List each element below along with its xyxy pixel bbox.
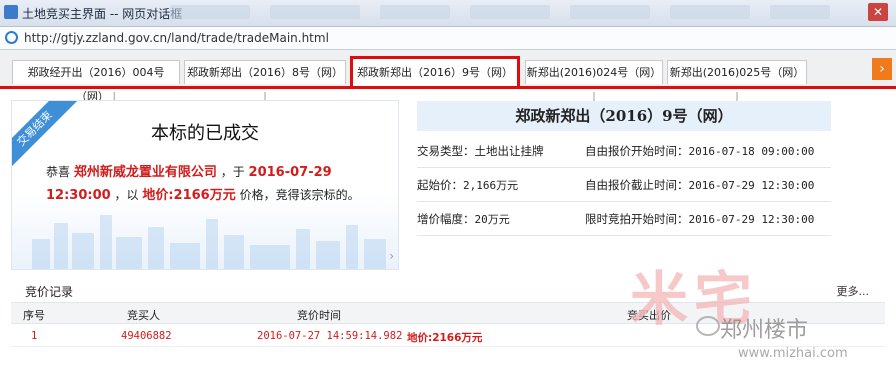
bid-records-title: 竞价记录 [25,285,74,299]
tab-label: 郑政新郑出（2016）9号（网） [357,66,513,79]
tab-label: 新郑出(2016)024号（网） [526,66,662,79]
bid-records-header: 竞价记录 更多... [11,280,885,303]
at-text: ，于 [220,165,245,179]
start-price-value: 2,166万元 [463,179,519,192]
info-row: 增价幅度：20万元 限时竞拍开始时间：2016-07-29 12:30:00 [417,202,831,236]
window-title: 土地竞买主界面 -- 网页对话框 [22,7,183,21]
blurred-tab-ghost [380,5,450,19]
blurred-tab-ghost [470,5,550,19]
deal-title: 本标的已成交 [151,123,259,144]
col-seq: 序号 [23,309,45,322]
blurred-tab-ghost [270,5,360,19]
congrats-text: 恭喜 [46,165,71,179]
window-titlebar: 土地竞买主界面 -- 网页对话框 ✕ [0,0,896,27]
city-skyline-illustration [32,215,386,269]
blurred-tab-ghost [770,5,830,19]
increment-label: 增价幅度： [417,212,475,226]
address-bar: http://gtjy.zzland.gov.cn/land/trade/tra… [0,27,896,50]
tab-lot-3-active[interactable]: 郑政新郑出（2016）9号（网） [350,56,520,86]
tab-scroll-right-button[interactable]: › [872,58,892,80]
increment-value: 20万元 [474,213,510,226]
table-row: 1 49406882 2016-07-27 14:59:14.982 地价:21… [11,326,885,347]
col-bidder: 竞买人 [127,309,160,322]
timed-bid-start-value: 2016-07-29 12:30:00 [688,213,815,226]
row-price: 地价:2166万元 [407,332,483,344]
tab-lot-5[interactable]: 新郑出(2016)025号（网） | [667,60,807,103]
row-time: 2016-07-27 14:59:14.982 [257,330,403,342]
lot-tab-strip: 郑政经开出（2016）004号（网） | 郑政新郑出（2016）8号（网） | … [0,50,896,103]
row-bidder: 49406882 [121,330,172,342]
watermark-site: www.mizhai.com [738,346,848,361]
app-icon [4,5,18,19]
tab-lot-4[interactable]: 新郑出(2016)024号（网） | [525,60,663,103]
free-bid-end-label: 自由报价截止时间： [585,178,689,192]
deal-status-panel: 交易结束 本标的已成交 恭喜 郑州新威龙置业有限公司 ，于 2016-07-29… [11,100,399,270]
tab-label: 郑政新郑出（2016）8号（网） [187,66,343,79]
address-url[interactable]: http://gtjy.zzland.gov.cn/land/trade/tra… [24,31,329,45]
row-seq: 1 [31,330,38,342]
browser-icon [5,31,18,44]
winner-name: 郑州新威龙置业有限公司 [73,165,217,180]
blurred-tab-ghost [670,5,750,19]
free-bid-start-label: 自由报价开始时间： [585,144,689,158]
bid-records-columns: 序号 竞买人 竞价时间 竞买出价 [11,303,885,324]
info-row: 起始价：2,166万元 自由报价截止时间：2016-07-29 12:30:00 [417,168,831,202]
tab-label: 新郑出(2016)025号（网） [669,66,805,79]
start-price-label: 起始价： [417,178,463,192]
deal-message: 恭喜 郑州新威龙置业有限公司 ，于 2016-07-29 12:30:00 ，以… [46,161,376,207]
close-window-button[interactable]: ✕ [868,3,888,21]
panel-next-arrow[interactable]: › [389,249,394,263]
lot-info-title: 郑政新郑出（2016）9号（网） [417,101,831,131]
blurred-tab-ghost [170,5,250,19]
trade-type-value: 土地出让挂牌 [474,144,544,158]
deal-tail-text: 价格，竞得该宗标的。 [239,188,360,202]
timed-bid-start-label: 限时竞拍开始时间： [585,212,689,226]
tab-label: 郑政经开出（2016）004号（网） [27,66,165,103]
with-text: ，以 [114,188,139,202]
free-bid-end-value: 2016-07-29 12:30:00 [688,179,815,192]
blurred-tab-ghost [570,5,650,19]
col-time: 竞价时间 [297,309,341,322]
tab-lot-1[interactable]: 郑政经开出（2016）004号（网） | [12,60,180,103]
tab-lot-2[interactable]: 郑政新郑出（2016）8号（网） | [184,60,346,103]
more-records-link[interactable]: 更多... [837,283,870,299]
active-tab-underline [0,86,896,89]
deal-price: 地价:2166万元 [142,188,236,203]
col-price: 竞买出价 [627,309,671,322]
free-bid-start-value: 2016-07-18 09:00:00 [688,145,815,158]
trade-type-label: 交易类型： [417,144,475,158]
info-row: 交易类型：土地出让挂牌 自由报价开始时间：2016-07-18 09:00:00 [417,134,831,168]
